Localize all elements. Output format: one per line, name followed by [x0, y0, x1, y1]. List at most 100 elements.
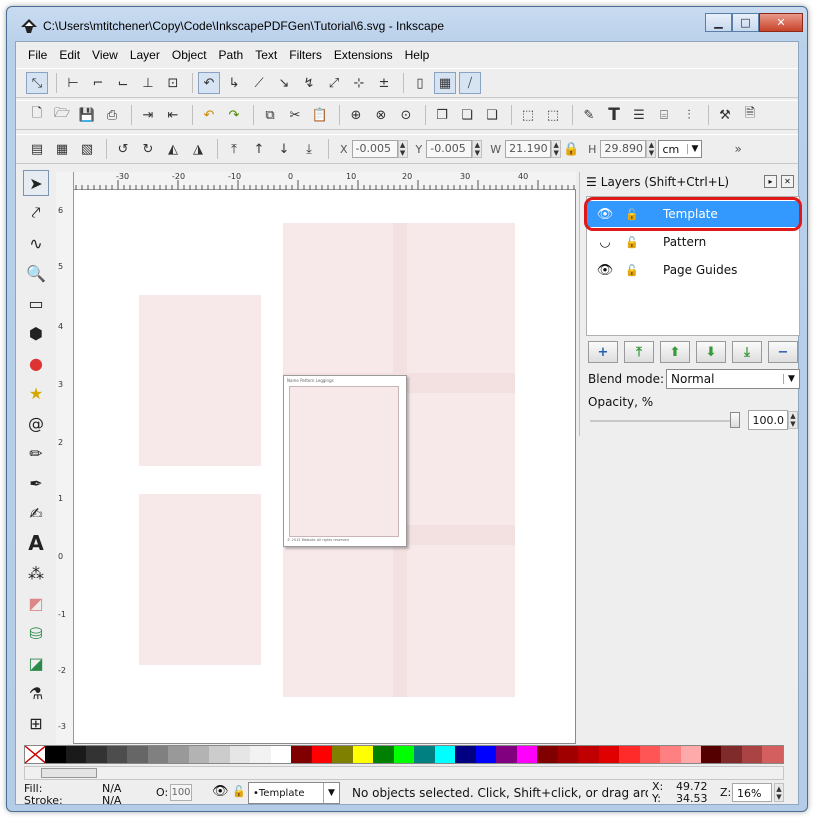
- color-swatch[interactable]: [291, 746, 312, 763]
- menu-object[interactable]: Object: [166, 46, 213, 66]
- menu-file[interactable]: File: [22, 46, 53, 66]
- color-swatch[interactable]: [209, 746, 230, 763]
- spiral-tool-icon[interactable]: @: [23, 410, 49, 436]
- cut-icon[interactable]: ✂: [284, 104, 306, 126]
- no-paint-swatch[interactable]: [24, 745, 47, 764]
- paint-bucket-tool-icon[interactable]: ⛁: [23, 620, 49, 646]
- redo-icon[interactable]: ↷: [223, 104, 245, 126]
- snap-nodes-icon[interactable]: ↶: [198, 72, 220, 94]
- rectangle-tool-icon[interactable]: ▭: [23, 290, 49, 316]
- color-swatch[interactable]: [496, 746, 517, 763]
- color-swatch[interactable]: [762, 746, 783, 763]
- snap-object-center-icon[interactable]: ⊹: [348, 72, 370, 94]
- color-swatch[interactable]: [537, 746, 558, 763]
- color-swatch[interactable]: [414, 746, 435, 763]
- layer-row-pattern[interactable]: ◡ 🔓 Pattern: [587, 229, 799, 255]
- zoom-spinner[interactable]: ▲ ▼: [774, 783, 784, 802]
- clone-icon[interactable]: ❏: [456, 104, 478, 126]
- height-input[interactable]: 29.890: [600, 140, 647, 158]
- zoom-drawing-icon[interactable]: ⊗: [370, 104, 392, 126]
- import-icon[interactable]: ⇥: [137, 104, 159, 126]
- menu-path[interactable]: Path: [213, 46, 250, 66]
- y-input[interactable]: -0.005: [426, 140, 473, 158]
- snap-rotation-center-icon[interactable]: ±: [373, 72, 395, 94]
- zoom-tool-icon[interactable]: 🔍: [23, 260, 49, 286]
- xml-editor-icon[interactable]: ⌸: [653, 104, 675, 126]
- snap-bbox-corner-icon[interactable]: ⌙: [112, 72, 134, 94]
- copy-icon[interactable]: ⧉: [259, 104, 281, 126]
- preferences-icon[interactable]: ⚒: [714, 104, 736, 126]
- opacity-slider-track[interactable]: [590, 420, 740, 422]
- rotate-cw-icon[interactable]: ↻: [137, 138, 159, 160]
- calligraphy-tool-icon[interactable]: ✍: [23, 500, 49, 526]
- color-swatch[interactable]: [45, 746, 66, 763]
- snap-midpoint-icon[interactable]: ⤢: [323, 72, 345, 94]
- unit-select[interactable]: cm ▼: [658, 140, 703, 158]
- lower-layer-icon[interactable]: ⬇: [696, 341, 726, 363]
- color-swatch[interactable]: [516, 746, 538, 763]
- panel-menu-icon[interactable]: ▸: [764, 175, 777, 188]
- minimize-button[interactable]: ▁: [705, 13, 732, 32]
- layers-icon[interactable]: ☰: [628, 104, 650, 126]
- save-icon[interactable]: 💾: [76, 104, 98, 126]
- layer-row-page-guides[interactable]: 👁 🔓 Page Guides: [587, 257, 799, 283]
- width-input[interactable]: 21.190: [505, 140, 552, 158]
- color-swatch[interactable]: [578, 746, 599, 763]
- eye-visible-icon[interactable]: 👁: [596, 263, 614, 278]
- color-swatch[interactable]: [660, 746, 681, 763]
- new-document-icon[interactable]: 🗋: [26, 104, 48, 126]
- menu-extensions[interactable]: Extensions: [328, 46, 399, 66]
- paste-icon[interactable]: 📋: [309, 104, 331, 126]
- snap-bbox-midpoint-icon[interactable]: ⊥: [137, 72, 159, 94]
- width-spinner[interactable]: ▲ ▼: [551, 140, 562, 158]
- color-swatch[interactable]: [598, 746, 620, 763]
- text-tool-icon[interactable]: A: [23, 530, 49, 556]
- snap-page-border-icon[interactable]: ▯: [409, 72, 431, 94]
- raise-layer-to-top-icon[interactable]: ⤒: [624, 341, 654, 363]
- color-swatch[interactable]: [352, 746, 374, 763]
- color-swatch[interactable]: [168, 746, 189, 763]
- color-swatch[interactable]: [229, 746, 251, 763]
- menu-view[interactable]: View: [86, 46, 124, 66]
- x-input[interactable]: -0.005: [351, 140, 398, 158]
- open-folder-icon[interactable]: 🗁: [51, 104, 73, 126]
- color-swatch[interactable]: [65, 746, 87, 763]
- blend-mode-select[interactable]: Normal ▼: [666, 369, 800, 389]
- color-swatch[interactable]: [147, 746, 169, 763]
- color-swatch[interactable]: [250, 746, 271, 763]
- opacity-slider-handle[interactable]: [730, 412, 740, 428]
- color-swatch[interactable]: [127, 746, 148, 763]
- color-swatch[interactable]: [721, 746, 742, 763]
- duplicate-icon[interactable]: ❐: [431, 104, 453, 126]
- color-swatch[interactable]: [741, 746, 763, 763]
- color-swatch[interactable]: [106, 746, 128, 763]
- color-swatch[interactable]: [86, 746, 107, 763]
- menu-filters[interactable]: Filters: [283, 46, 328, 66]
- snap-bbox-edge-icon[interactable]: ⌐: [87, 72, 109, 94]
- document-properties-icon[interactable]: 🗎: [739, 104, 761, 126]
- align-distribute-icon[interactable]: ⫶: [678, 104, 700, 126]
- selector-tool-icon[interactable]: ➤: [23, 170, 49, 196]
- zoom-input[interactable]: 16%: [732, 783, 772, 802]
- lower-layer-to-bottom-icon[interactable]: ⤓: [732, 341, 762, 363]
- unlink-clone-icon[interactable]: ❑: [481, 104, 503, 126]
- print-icon[interactable]: ⎙: [101, 104, 123, 126]
- height-spinner[interactable]: ▲ ▼: [646, 140, 657, 158]
- color-swatch[interactable]: [270, 746, 292, 763]
- raise-layer-icon[interactable]: ⬆: [660, 341, 690, 363]
- node-tool-icon[interactable]: ⤤: [23, 200, 49, 226]
- snap-cusp-icon[interactable]: ↘: [273, 72, 295, 94]
- ellipse-tool-icon[interactable]: ●: [23, 350, 49, 376]
- zoom-page-icon[interactable]: ⊙: [395, 104, 417, 126]
- color-swatch[interactable]: [475, 746, 497, 763]
- maximize-button[interactable]: □: [732, 13, 759, 32]
- rotate-ccw-icon[interactable]: ↺: [112, 138, 134, 160]
- menu-help[interactable]: Help: [399, 46, 436, 66]
- color-swatch[interactable]: [434, 746, 456, 763]
- remove-layer-icon[interactable]: −: [768, 341, 798, 363]
- eye-hidden-icon[interactable]: ◡: [596, 235, 614, 250]
- title-bar[interactable]: C:\Users\mtitchener\Copy\Code\InkscapePD…: [7, 7, 807, 41]
- select-all-layers-icon[interactable]: ▦: [51, 138, 73, 160]
- fill-stroke-icon[interactable]: ✎: [578, 104, 600, 126]
- lower-to-bottom-icon[interactable]: ⤓: [298, 138, 320, 160]
